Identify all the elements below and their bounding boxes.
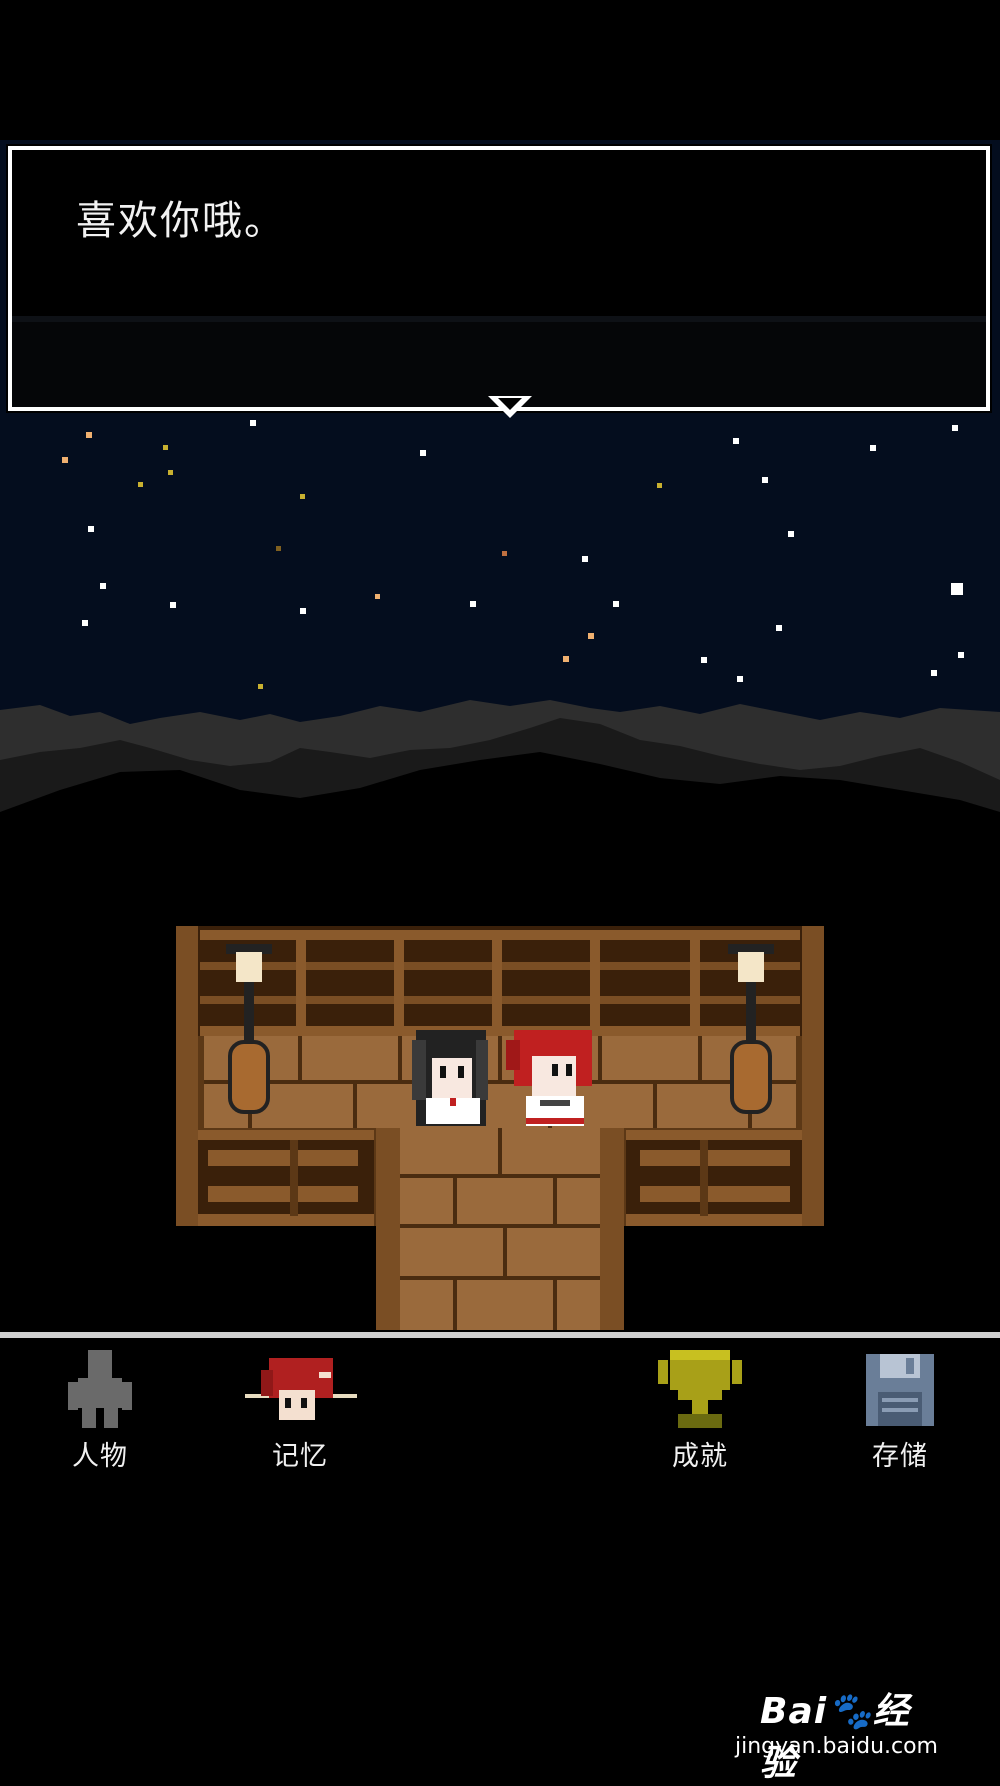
memory-portrait-icon [245, 1358, 357, 1420]
dialog-text: 喜欢你哦。 [76, 198, 286, 244]
menu-label: 存储 [872, 1441, 928, 1472]
dialog-box[interactable]: 喜欢你哦。 [6, 144, 992, 418]
continue-arrow-icon[interactable] [488, 396, 532, 418]
menu-button-characters[interactable]: 人物 [45, 1350, 155, 1473]
watermark-url: jingyan.baidu.com [734, 1734, 938, 1759]
menu-divider [0, 1332, 1000, 1338]
menu-button-save[interactable]: 存储 [845, 1350, 955, 1473]
baidu-watermark: Bai🐾经验 jingyan.baidu.com [735, 1668, 960, 1784]
save-disk-icon [866, 1354, 934, 1426]
menu-label: 人物 [72, 1441, 128, 1472]
character-black-hair-girl [412, 1030, 488, 1126]
menu-label: 记忆 [272, 1441, 328, 1472]
menu-button-memory[interactable]: 记忆 [245, 1350, 357, 1473]
menu-label: 成就 [672, 1441, 728, 1472]
trophy-icon [658, 1350, 742, 1428]
person-icon [68, 1350, 132, 1428]
menu-button-achievements[interactable]: 成就 [645, 1350, 755, 1473]
